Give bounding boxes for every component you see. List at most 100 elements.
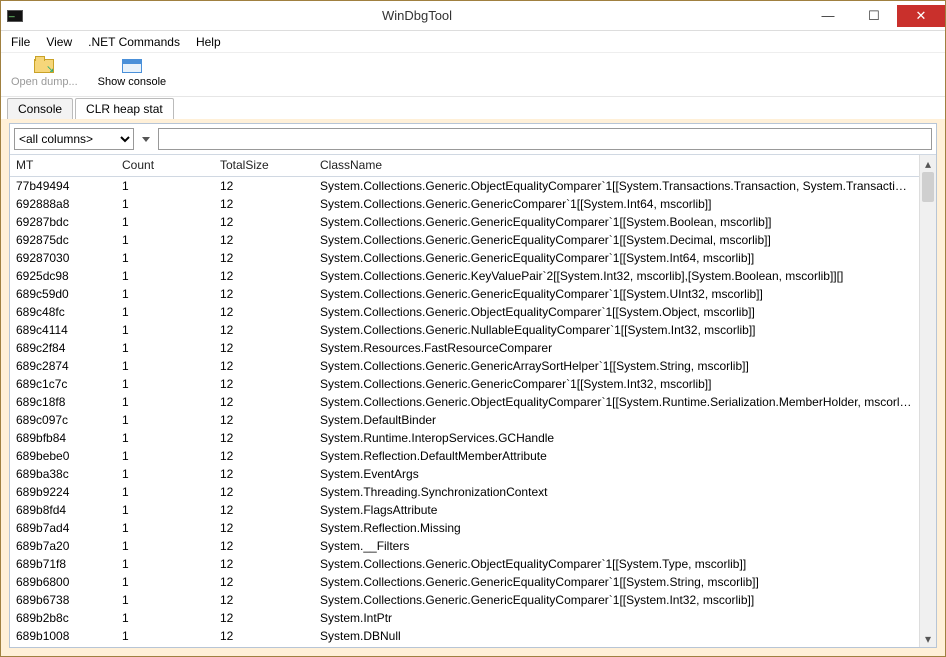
table-row[interactable]: 689b6800112System.Collections.Generic.Ge… bbox=[10, 573, 919, 591]
table-row[interactable]: 69287030112System.Collections.Generic.Ge… bbox=[10, 249, 919, 267]
cell-classname: System.Reflection.Missing bbox=[314, 521, 919, 535]
table-row[interactable]: 689b7a20112System.__Filters bbox=[10, 537, 919, 555]
cell-mt: 6925dc98 bbox=[10, 269, 116, 283]
table-row[interactable]: 689c1c7c112System.Collections.Generic.Ge… bbox=[10, 375, 919, 393]
filter-row: <all columns> bbox=[10, 124, 936, 155]
table-row[interactable]: 689c2874112System.Collections.Generic.Ge… bbox=[10, 357, 919, 375]
cell-count: 1 bbox=[116, 251, 214, 265]
scroll-track[interactable] bbox=[920, 172, 936, 630]
table-row[interactable]: 689b1008112System.DBNull bbox=[10, 627, 919, 645]
cell-classname: System.IntPtr bbox=[314, 611, 919, 625]
minimize-button[interactable]: — bbox=[805, 5, 851, 27]
table-row[interactable]: 692875dc112System.Collections.Generic.Ge… bbox=[10, 231, 919, 249]
cell-classname: System.Collections.Generic.ObjectEqualit… bbox=[314, 395, 919, 409]
cell-totalsize: 12 bbox=[214, 395, 314, 409]
table-row[interactable]: 77b49494112System.Collections.Generic.Ob… bbox=[10, 177, 919, 195]
cell-mt: 689b2b8c bbox=[10, 611, 116, 625]
cell-totalsize: 12 bbox=[214, 503, 314, 517]
filter-column-select[interactable]: <all columns> bbox=[14, 128, 134, 150]
table-row[interactable]: 689b8fd4112System.FlagsAttribute bbox=[10, 501, 919, 519]
table-row[interactable]: 689ba38c112System.EventArgs bbox=[10, 465, 919, 483]
open-dump-button[interactable]: Open dump... bbox=[7, 55, 82, 90]
cell-classname: System.DBNull bbox=[314, 629, 919, 643]
menu-net-commands[interactable]: .NET Commands bbox=[80, 33, 188, 51]
table-row[interactable]: 689bfb84112System.Runtime.InteropService… bbox=[10, 429, 919, 447]
table-row[interactable]: 689c097c112System.DefaultBinder bbox=[10, 411, 919, 429]
open-dump-label: Open dump... bbox=[11, 76, 78, 88]
cell-mt: 689b7ad4 bbox=[10, 521, 116, 535]
table-row[interactable]: 689c2f84112System.Resources.FastResource… bbox=[10, 339, 919, 357]
col-header-totalsize[interactable]: TotalSize bbox=[214, 155, 314, 176]
cell-mt: 689c2f84 bbox=[10, 341, 116, 355]
chevron-down-icon bbox=[142, 137, 150, 142]
cell-count: 1 bbox=[116, 413, 214, 427]
titlebar: WinDbgTool — ☐ ✕ bbox=[1, 1, 945, 31]
table-row[interactable]: 689b2b8c112System.IntPtr bbox=[10, 609, 919, 627]
cell-classname: System.EventArgs bbox=[314, 467, 919, 481]
cell-classname: System.Collections.Generic.GenericEquali… bbox=[314, 593, 919, 607]
toolbar: Open dump... Show console bbox=[1, 53, 945, 97]
table-row[interactable]: 689bebe0112System.Reflection.DefaultMemb… bbox=[10, 447, 919, 465]
menubar: File View .NET Commands Help bbox=[1, 31, 945, 53]
cell-count: 1 bbox=[116, 557, 214, 571]
cell-totalsize: 12 bbox=[214, 485, 314, 499]
table-row[interactable]: 689b71f8112System.Collections.Generic.Ob… bbox=[10, 555, 919, 573]
cell-mt: 689b1008 bbox=[10, 629, 116, 643]
table-row[interactable]: 689b9224112System.Threading.Synchronizat… bbox=[10, 483, 919, 501]
scroll-up-arrow-icon[interactable]: ▴ bbox=[920, 155, 936, 172]
col-header-mt[interactable]: MT bbox=[10, 155, 116, 176]
filter-input[interactable] bbox=[158, 128, 932, 150]
cell-count: 1 bbox=[116, 233, 214, 247]
cell-mt: 689c097c bbox=[10, 413, 116, 427]
col-header-count[interactable]: Count bbox=[116, 155, 214, 176]
table-row[interactable]: 69287bdc112System.Collections.Generic.Ge… bbox=[10, 213, 919, 231]
cell-mt: 689c4114 bbox=[10, 323, 116, 337]
close-button[interactable]: ✕ bbox=[897, 5, 945, 27]
table-row[interactable]: 689b7ad4112System.Reflection.Missing bbox=[10, 519, 919, 537]
show-console-button[interactable]: Show console bbox=[94, 55, 171, 90]
maximize-button[interactable]: ☐ bbox=[851, 5, 897, 27]
cell-classname: System.Collections.Generic.ObjectEqualit… bbox=[314, 305, 919, 319]
cell-mt: 689c1c7c bbox=[10, 377, 116, 391]
scroll-thumb[interactable] bbox=[922, 172, 934, 202]
cell-mt: 689c59d0 bbox=[10, 287, 116, 301]
cell-totalsize: 12 bbox=[214, 359, 314, 373]
tab-clr-heap-stat[interactable]: CLR heap stat bbox=[75, 98, 174, 119]
cell-totalsize: 12 bbox=[214, 287, 314, 301]
cell-totalsize: 12 bbox=[214, 431, 314, 445]
cell-count: 1 bbox=[116, 215, 214, 229]
cell-totalsize: 12 bbox=[214, 341, 314, 355]
cell-totalsize: 12 bbox=[214, 305, 314, 319]
cell-count: 1 bbox=[116, 431, 214, 445]
cell-totalsize: 12 bbox=[214, 611, 314, 625]
window-title: WinDbgTool bbox=[29, 8, 805, 23]
cell-count: 1 bbox=[116, 593, 214, 607]
cell-mt: 689b8fd4 bbox=[10, 503, 116, 517]
cell-totalsize: 12 bbox=[214, 575, 314, 589]
cell-mt: 689ba38c bbox=[10, 467, 116, 481]
table-row[interactable]: 692888a8112System.Collections.Generic.Ge… bbox=[10, 195, 919, 213]
menu-view[interactable]: View bbox=[38, 33, 80, 51]
data-grid: MT Count TotalSize ClassName 77b49494112… bbox=[10, 155, 936, 647]
cell-totalsize: 12 bbox=[214, 413, 314, 427]
col-header-classname[interactable]: ClassName bbox=[314, 155, 919, 176]
scroll-down-arrow-icon[interactable]: ▾ bbox=[920, 630, 936, 647]
table-row[interactable]: 689c48fc112System.Collections.Generic.Ob… bbox=[10, 303, 919, 321]
table-row[interactable]: 689b6738112System.Collections.Generic.Ge… bbox=[10, 591, 919, 609]
cell-totalsize: 12 bbox=[214, 377, 314, 391]
table-row[interactable]: 689c4114112System.Collections.Generic.Nu… bbox=[10, 321, 919, 339]
tab-console[interactable]: Console bbox=[7, 98, 73, 119]
cell-mt: 689c48fc bbox=[10, 305, 116, 319]
table-row[interactable]: 689c59d0112System.Collections.Generic.Ge… bbox=[10, 285, 919, 303]
menu-help[interactable]: Help bbox=[188, 33, 229, 51]
menu-file[interactable]: File bbox=[3, 33, 38, 51]
vertical-scrollbar[interactable]: ▴ ▾ bbox=[919, 155, 936, 647]
cell-count: 1 bbox=[116, 575, 214, 589]
table-row[interactable]: 689c18f8112System.Collections.Generic.Ob… bbox=[10, 393, 919, 411]
cell-mt: 689bebe0 bbox=[10, 449, 116, 463]
cell-mt: 692888a8 bbox=[10, 197, 116, 211]
table-row[interactable]: 6925dc98112System.Collections.Generic.Ke… bbox=[10, 267, 919, 285]
cell-totalsize: 12 bbox=[214, 251, 314, 265]
cell-count: 1 bbox=[116, 485, 214, 499]
cell-classname: System.Collections.Generic.GenericCompar… bbox=[314, 377, 919, 391]
